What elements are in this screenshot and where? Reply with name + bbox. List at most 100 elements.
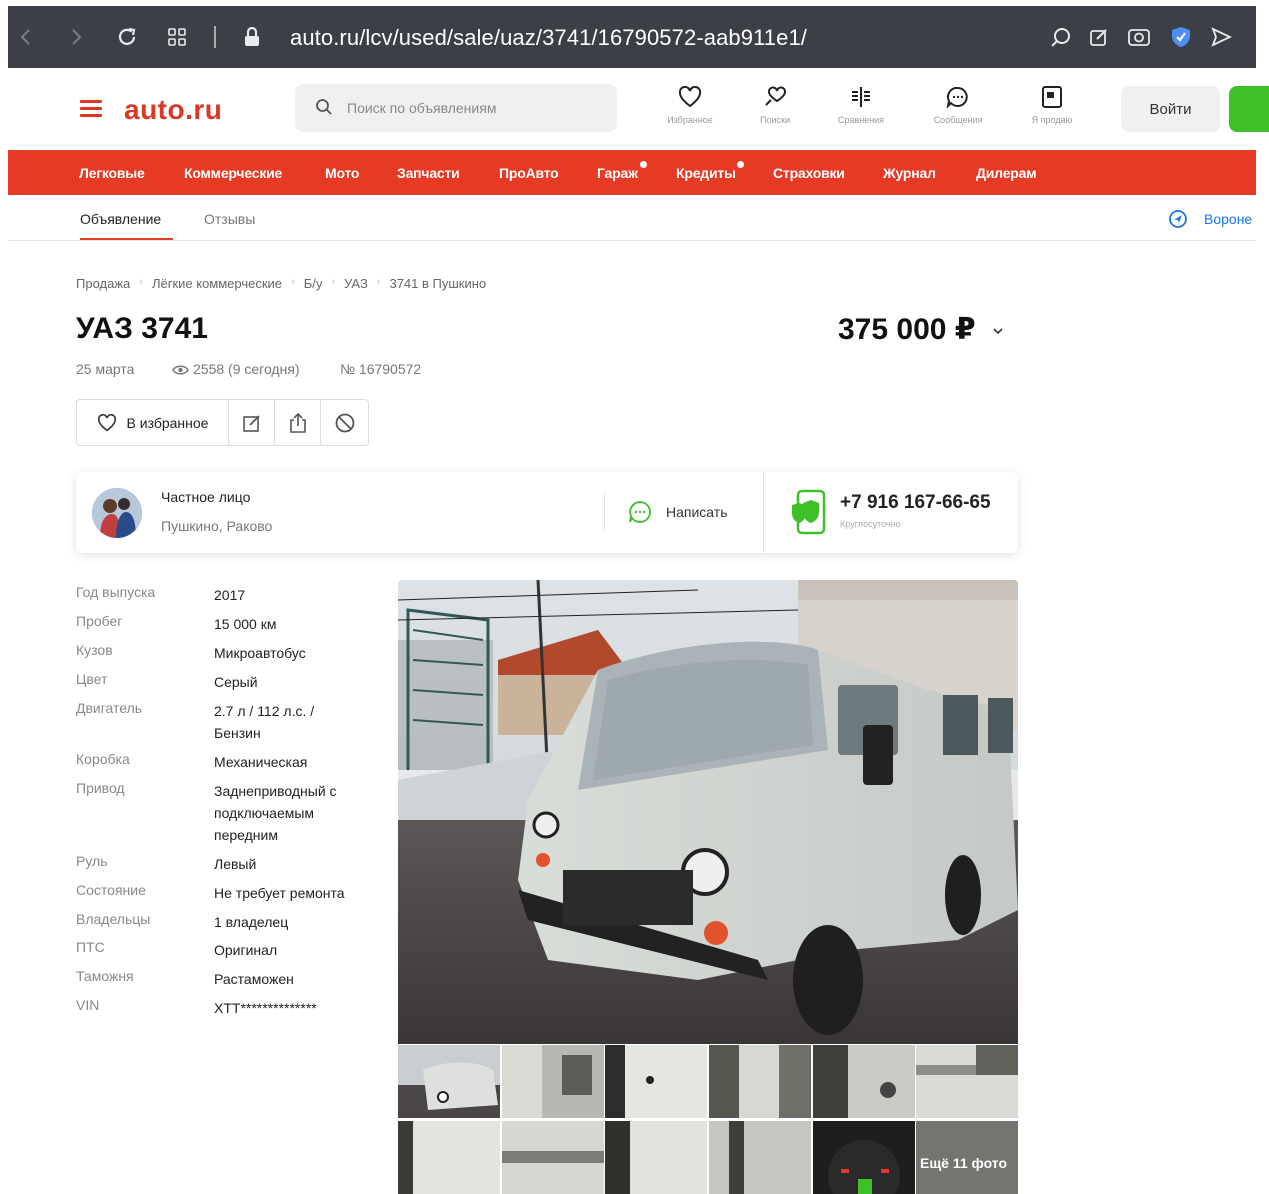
main-photo[interactable] <box>398 580 1018 1044</box>
my-sales-label: Я продаю <box>1031 115 1073 125</box>
thumbnail[interactable] <box>502 1045 604 1118</box>
thumbnail[interactable] <box>398 1045 500 1118</box>
spec-value: 15 000 км <box>214 616 277 632</box>
share-icon <box>289 412 306 433</box>
compare-label: Сравнения <box>837 115 885 125</box>
nav-proauto[interactable]: ПроАвто <box>499 165 559 181</box>
listing-actions: В избранное <box>76 399 369 446</box>
nav-moto[interactable]: Мото <box>325 165 359 181</box>
breadcrumb: Продажа › Лёгкие коммерческие › Б/у › УАЗ › … <box>76 276 487 291</box>
favorites-label: Избранное <box>667 115 713 125</box>
breadcrumb-item[interactable]: Продажа <box>76 276 130 291</box>
spec-label: Год выпуска <box>76 584 156 600</box>
spec-label: Пробег <box>76 613 123 629</box>
sell-icon <box>1042 86 1062 108</box>
camera-icon[interactable] <box>1124 6 1154 68</box>
active-tab-indicator <box>80 238 173 240</box>
spec-value: Микроавтобус <box>214 645 306 661</box>
forward-icon[interactable] <box>64 6 88 68</box>
thumbnail[interactable] <box>916 1045 1018 1118</box>
spec-value: 1 владелец <box>214 914 289 930</box>
thumbnail[interactable] <box>398 1121 500 1194</box>
location-icon <box>1169 210 1187 228</box>
nav-garage[interactable]: Гараж <box>597 165 638 181</box>
spec-value: Серый <box>214 674 258 690</box>
listing-number: № 16790572 <box>340 361 422 377</box>
phone-divider <box>763 472 764 553</box>
messages-label: Сообщения <box>933 115 983 125</box>
spec-label: Цвет <box>76 671 108 687</box>
spec-value: Оригинал <box>214 942 278 958</box>
find-icon[interactable] <box>1046 6 1076 68</box>
lock-icon[interactable] <box>240 6 264 68</box>
spec-value: Механическая <box>214 754 308 770</box>
spec-label: Таможня <box>76 968 134 984</box>
thumbnail[interactable] <box>813 1045 915 1118</box>
saved-search-icon <box>765 86 786 106</box>
post-ad-button[interactable] <box>1229 86 1269 132</box>
tab-ad[interactable]: Объявление <box>80 211 161 227</box>
favorite-label: В избранное <box>126 414 209 431</box>
breadcrumb-item[interactable]: Лёгкие коммерческие <box>152 276 282 291</box>
price[interactable]: 375 000 ₽ <box>838 312 1004 347</box>
my-sales-button[interactable]: Я продаю <box>1017 86 1087 125</box>
spec-value: XTT************** <box>214 1000 317 1016</box>
write-message-button[interactable]: Написать <box>628 500 727 524</box>
saved-searches-button[interactable]: Поиски <box>740 86 810 125</box>
nav-insurance[interactable]: Страховки <box>773 165 845 181</box>
nav-journal[interactable]: Журнал <box>883 165 936 181</box>
listing-date: 25 марта <box>76 361 135 377</box>
nav-dealers[interactable]: Дилерам <box>976 165 1037 181</box>
breadcrumb-item[interactable]: УАЗ <box>344 276 368 291</box>
nav-credits[interactable]: Кредиты <box>676 165 736 181</box>
favorites-button[interactable]: Избранное <box>655 85 725 125</box>
nav-parts[interactable]: Запчасти <box>397 165 460 181</box>
menu-icon[interactable] <box>80 100 102 118</box>
shield-extension-icon[interactable] <box>1166 6 1196 68</box>
spec-value: Заднеприводный с подключаемым передним <box>214 783 337 843</box>
search-input[interactable]: Поиск по объявлениям <box>295 84 617 132</box>
views-count: 2558 (9 сегодня) <box>193 361 300 377</box>
tab-reviews[interactable]: Отзывы <box>204 211 255 227</box>
phone-note: Круглосуточно <box>840 519 901 529</box>
breadcrumb-item[interactable]: Б/у <box>304 276 323 291</box>
nav-commercial[interactable]: Коммерческие <box>184 165 282 181</box>
thumbnail[interactable] <box>709 1121 811 1194</box>
spec-label: Кузов <box>76 642 113 658</box>
search-icon <box>316 99 332 115</box>
send-icon[interactable] <box>1206 6 1236 68</box>
note-button[interactable] <box>229 400 275 445</box>
back-icon[interactable] <box>14 6 38 68</box>
spec-label: Привод <box>76 780 125 796</box>
thumbnail[interactable] <box>605 1121 707 1194</box>
region-selector[interactable]: Вороне <box>1204 211 1252 227</box>
spec-value: Левый <box>214 856 257 872</box>
share-button[interactable] <box>275 400 321 445</box>
url-bar[interactable]: auto.ru/lcv/used/sale/uaz/3741/16790572-… <box>290 25 807 51</box>
apps-grid-icon[interactable] <box>162 6 192 68</box>
report-button[interactable] <box>321 400 369 445</box>
edit-icon[interactable] <box>1084 6 1114 68</box>
seller-phone[interactable]: +7 916 167-66-65 <box>840 492 991 514</box>
nav-cars[interactable]: Легковые <box>79 165 145 181</box>
messages-button[interactable]: Сообщения <box>923 86 993 125</box>
thumbnail[interactable] <box>709 1045 811 1118</box>
thumbnail[interactable] <box>605 1045 707 1118</box>
site-logo[interactable]: auto.ru <box>124 94 222 126</box>
reload-icon[interactable] <box>112 6 142 68</box>
spec-label: Коробка <box>76 751 130 767</box>
login-button[interactable]: Войти <box>1121 86 1220 132</box>
phone-shield-icon <box>792 489 826 535</box>
spec-value: 2.7 л / 112 л.с. / Бензин <box>214 703 315 741</box>
compare-button[interactable]: Сравнения <box>826 86 896 125</box>
add-to-favorites-button[interactable]: В избранное <box>77 400 229 445</box>
toolbar-divider <box>210 6 220 68</box>
chat-icon <box>629 501 651 523</box>
seller-divider <box>604 492 605 530</box>
thumbnail[interactable] <box>813 1121 915 1194</box>
breadcrumb-item[interactable]: 3741 в Пушкино <box>389 276 486 291</box>
price-value: 375 000 ₽ <box>838 313 976 346</box>
thumbnail[interactable] <box>502 1121 604 1194</box>
spec-label: Руль <box>76 853 108 869</box>
more-photos-button[interactable]: Ещё 11 фото <box>916 1121 1018 1194</box>
